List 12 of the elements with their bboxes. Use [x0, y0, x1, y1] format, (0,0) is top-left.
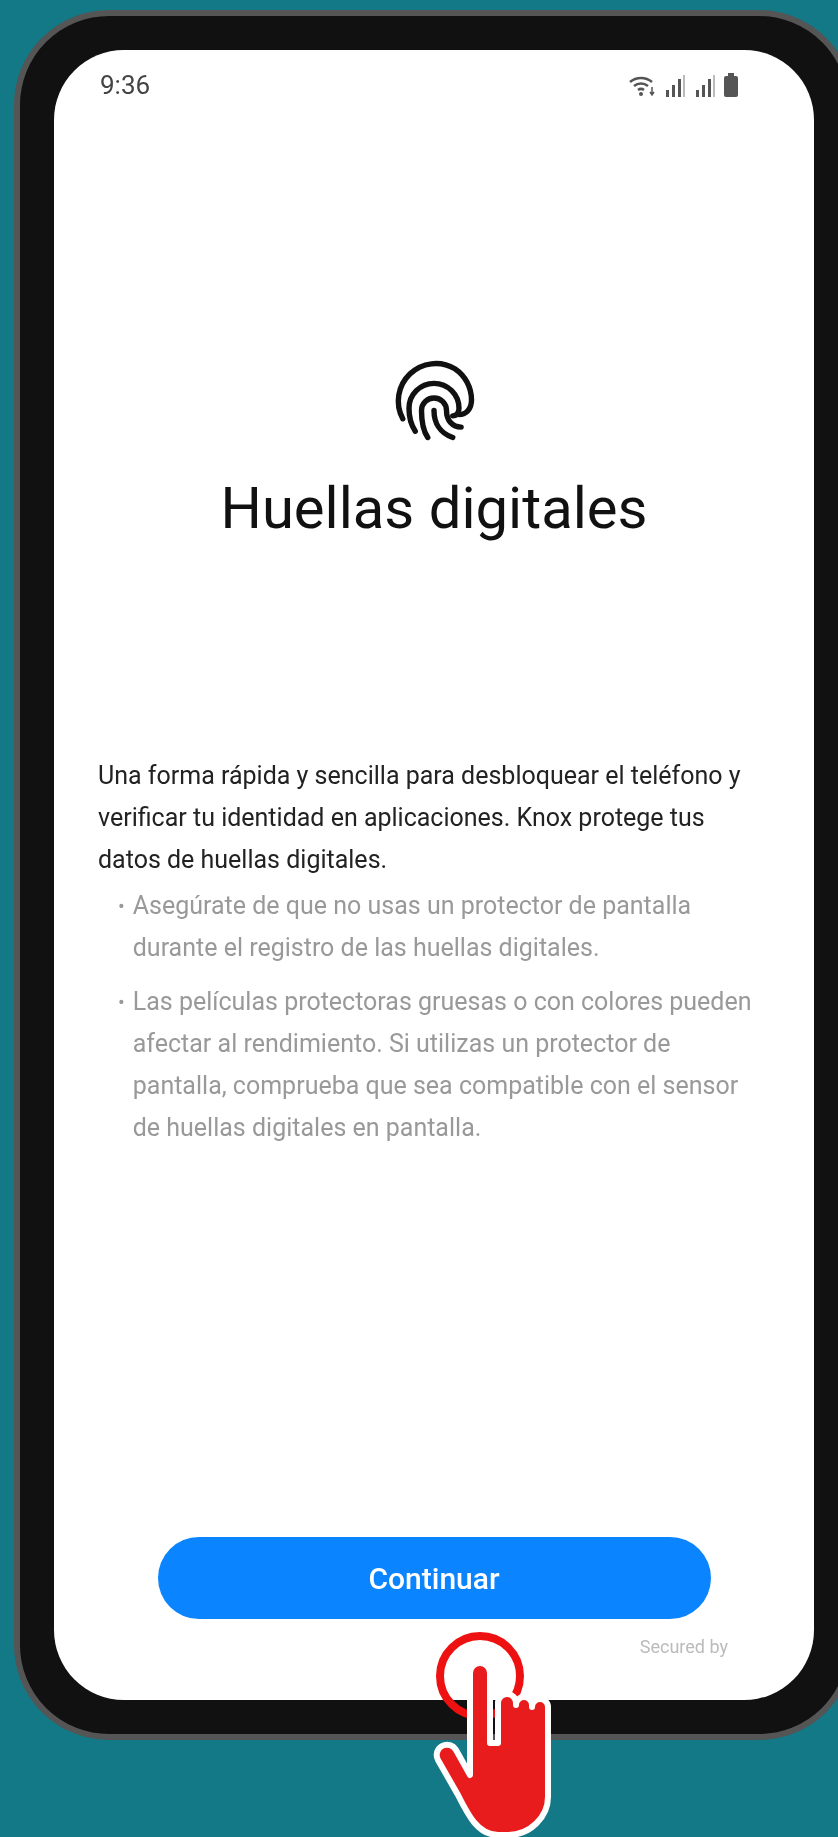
footer-text: Secured by	[639, 1635, 728, 1659]
tip-text: Las películas protectoras gruesas o con colores pueden afectar al rendimiento. Si utilizas un protector de pantalla, comprueba que sea compatible con el sensor de huellas digitales en pantalla.	[132, 985, 753, 1144]
signal-icon	[694, 75, 716, 97]
description-text: Una forma rápida y sencilla para desbloquear el teléfono y verificar tu identidad en aplicaciones. Knox protege tus datos de huellas digitales.	[97, 759, 742, 876]
status-time: 9:36	[100, 68, 151, 102]
page-title: Huellas digitales	[220, 473, 648, 544]
bullet-mark: •	[118, 892, 125, 920]
bullet-mark: •	[118, 988, 125, 1016]
signal-icon	[664, 75, 686, 97]
battery-icon	[724, 73, 738, 97]
tip-text: Asegúrate de que no usas un protector de pantalla durante el registro de las huellas digitales.	[132, 889, 693, 964]
continue-button[interactable]: Continuar	[157, 1537, 711, 1619]
